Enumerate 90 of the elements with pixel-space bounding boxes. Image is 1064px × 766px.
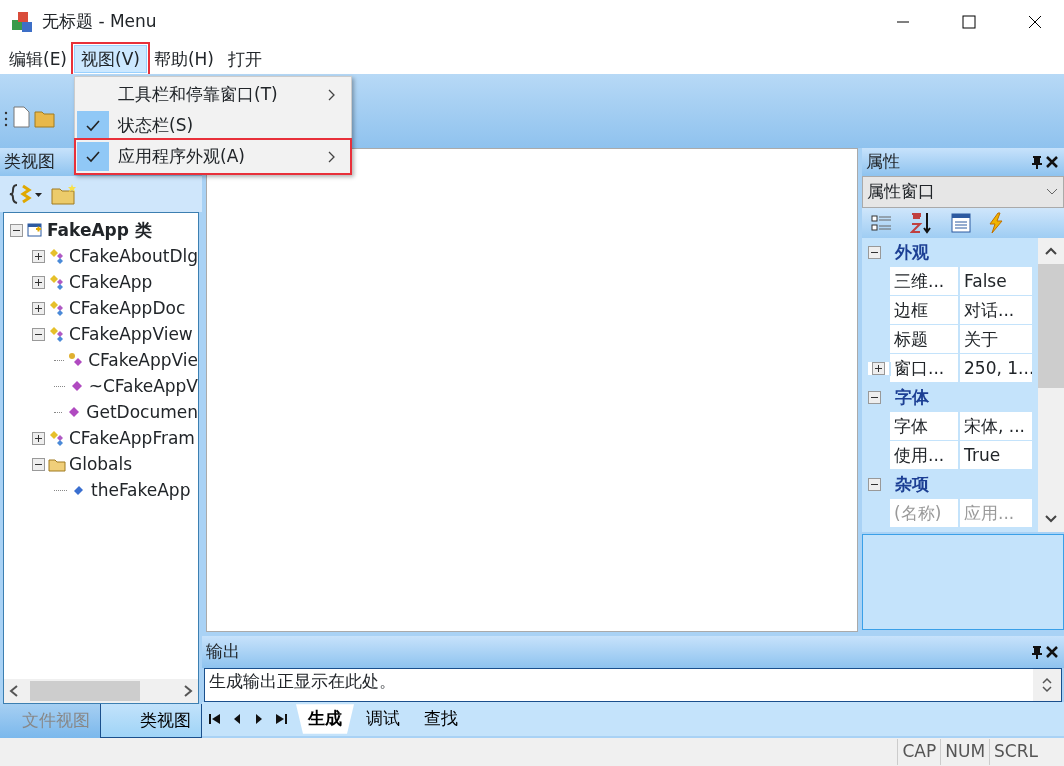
property-name[interactable]: 标题	[890, 325, 960, 354]
scrollbar-thumb[interactable]	[30, 681, 140, 701]
last-tab-icon[interactable]	[274, 712, 288, 726]
chevron-right-icon	[327, 87, 337, 102]
sort-alphabetical-icon[interactable]	[909, 212, 934, 234]
tree-item[interactable]: CFakeAppFram	[69, 425, 195, 451]
menu-item[interactable]: 编辑(E)	[2, 45, 74, 73]
property-pages-icon[interactable]	[950, 213, 971, 233]
tree-item[interactable]: theFakeApp	[91, 477, 191, 503]
tree-item[interactable]: GetDocumen	[86, 399, 198, 425]
property-name[interactable]: 三维...	[890, 267, 960, 296]
expand-icon[interactable]	[32, 249, 45, 263]
pane-title: 类视图	[4, 150, 55, 174]
scroll-down-icon[interactable]	[1044, 514, 1058, 524]
scroll-down-icon[interactable]	[1041, 685, 1053, 693]
collapse-icon[interactable]	[32, 327, 45, 341]
status-indicator: SCRL	[989, 739, 1042, 765]
class-icon	[48, 429, 66, 448]
chevron-down-icon	[1044, 187, 1059, 197]
collapse-icon[interactable]	[32, 457, 45, 471]
class-icon	[48, 247, 66, 266]
pane-title: 属性	[866, 150, 901, 174]
scroll-up-icon[interactable]	[1044, 246, 1058, 256]
object-dropdown[interactable]: 属性窗口	[862, 176, 1064, 208]
expand-icon[interactable]	[872, 362, 885, 375]
collapse-icon[interactable]	[868, 246, 881, 259]
pin-icon[interactable]	[1030, 645, 1044, 659]
tree-item[interactable]: CFakeAppDoc	[69, 295, 186, 321]
close-icon[interactable]	[1044, 645, 1060, 659]
class-icon	[48, 299, 66, 318]
project-icon	[26, 221, 44, 240]
class-view-sort-icon[interactable]	[8, 183, 43, 205]
tree-item[interactable]: CFakeAboutDlg	[69, 243, 198, 269]
property-name[interactable]: 字体	[890, 412, 960, 441]
property-value[interactable]: True	[960, 441, 1034, 470]
menu-item[interactable]: 状态栏(S)	[77, 110, 349, 141]
close-icon	[1028, 15, 1042, 29]
output-tab[interactable]: 查找	[412, 704, 470, 734]
class-icon	[48, 273, 66, 292]
menu-item[interactable]: 视图(V)	[74, 45, 147, 73]
group-title: 外观	[895, 240, 929, 264]
tree-item[interactable]: ~CFakeAppV	[88, 373, 198, 399]
property-value[interactable]: 对话...	[960, 296, 1034, 325]
property-name[interactable]: 使用...	[890, 441, 960, 470]
pin-icon[interactable]	[1030, 155, 1044, 169]
menu-item[interactable]: 应用程序外观(A)	[77, 141, 349, 172]
scroll-up-icon[interactable]	[1041, 677, 1053, 685]
checkmark-icon	[85, 149, 101, 164]
menu-item[interactable]: 工具栏和停靠窗口(T)	[77, 79, 349, 110]
checkmark-icon	[85, 118, 101, 133]
status-indicator: NUM	[940, 739, 990, 765]
class-icon	[48, 325, 66, 344]
property-name[interactable]: 边框	[890, 296, 960, 325]
menu-item[interactable]: 打开	[221, 45, 269, 73]
categorized-icon[interactable]	[870, 213, 893, 233]
toolbar-grip-icon	[4, 110, 8, 128]
maximize-icon	[962, 15, 976, 29]
status-indicator: CAP	[897, 739, 941, 765]
scrollbar-thumb[interactable]	[1038, 264, 1064, 388]
collapse-icon[interactable]	[10, 223, 23, 237]
tree-item[interactable]: Globals	[69, 451, 133, 477]
tree-item[interactable]: CFakeAppVie	[88, 347, 198, 373]
tree-item[interactable]: CFakeApp	[69, 269, 153, 295]
close-icon[interactable]	[1044, 155, 1060, 169]
property-value[interactable]: 250, 1...	[960, 354, 1034, 383]
property-value[interactable]: False	[960, 267, 1034, 296]
window-title: 无标题 - Menu	[42, 10, 157, 34]
expand-icon[interactable]	[32, 431, 45, 445]
panel-tab[interactable]: 类视图	[100, 704, 202, 738]
chevron-right-icon	[327, 149, 337, 164]
tree-item[interactable]: FakeApp 类	[47, 217, 152, 243]
first-tab-icon[interactable]	[208, 712, 222, 726]
pane-title: 输出	[206, 640, 241, 664]
property-value[interactable]: 关于	[960, 325, 1034, 354]
expand-icon[interactable]	[32, 275, 45, 289]
output-line: 生成输出正显示在此处。	[209, 670, 398, 693]
app-icon	[10, 10, 34, 34]
tree-item[interactable]: CFakeAppView	[69, 321, 193, 347]
group-title: 字体	[895, 385, 929, 409]
collapse-icon[interactable]	[868, 478, 881, 491]
property-value[interactable]: 宋体, ...	[960, 412, 1034, 441]
new-file-icon[interactable]	[12, 106, 30, 128]
output-tab[interactable]: 调试	[354, 704, 412, 734]
output-tab[interactable]: 生成	[296, 704, 354, 734]
group-title: 杂项	[895, 472, 929, 496]
expand-icon[interactable]	[32, 301, 45, 315]
menu-item[interactable]: 帮助(H)	[146, 45, 221, 73]
collapse-icon[interactable]	[868, 391, 881, 404]
property-name[interactable]: 窗口...	[890, 354, 960, 383]
lightning-icon[interactable]	[987, 212, 1004, 234]
